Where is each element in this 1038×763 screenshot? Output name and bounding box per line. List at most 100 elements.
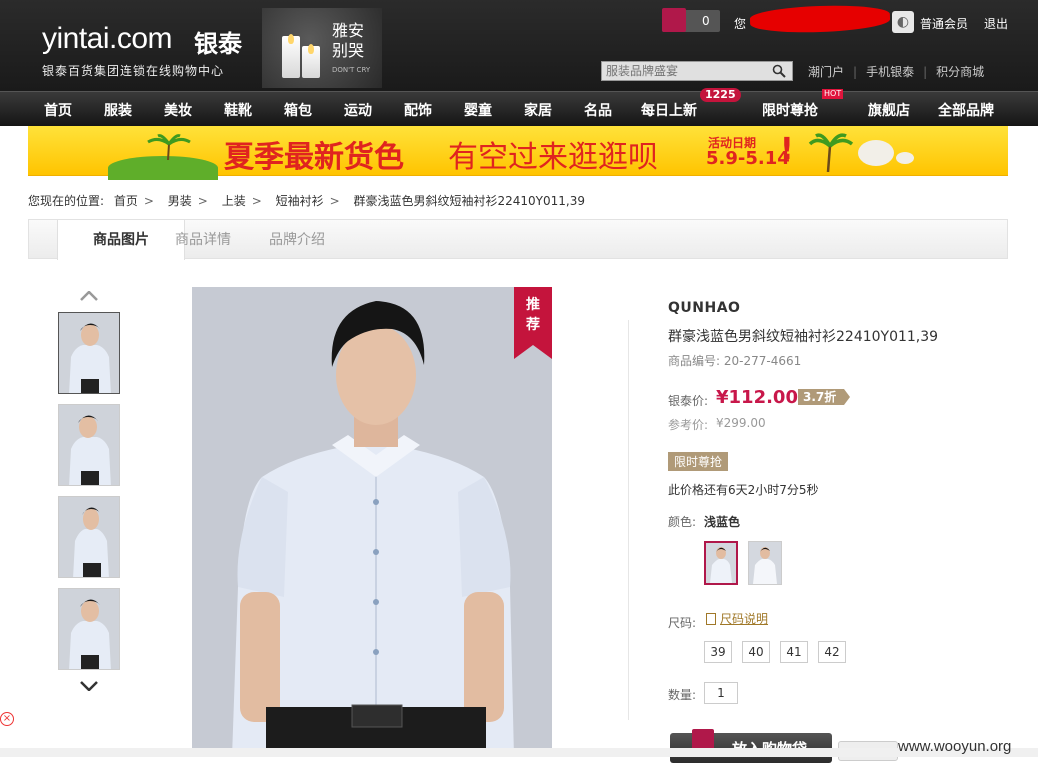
tab-product-images[interactable]: 商品图片 bbox=[57, 220, 185, 260]
nav-item-bags[interactable]: 箱包 bbox=[284, 100, 312, 120]
logo-cn[interactable]: 银泰 bbox=[194, 24, 242, 59]
logo[interactable]: yintai.com bbox=[42, 22, 173, 56]
breadcrumb-home[interactable]: 首页 bbox=[114, 194, 138, 208]
shirt-swatch-image bbox=[706, 543, 736, 583]
nav-item-shoes[interactable]: 鞋靴 bbox=[224, 100, 252, 120]
nav-item-all-brands[interactable]: 全部品牌 bbox=[938, 100, 994, 120]
nav-item-home-living[interactable]: 家居 bbox=[524, 100, 552, 120]
top-link-mobile[interactable]: 手机银泰 bbox=[866, 65, 914, 79]
daily-new-badge: 1225 bbox=[700, 88, 741, 102]
top-links: 潮门户 | 手机银泰 | 积分商城 bbox=[808, 65, 985, 79]
product-brand[interactable]: QUNHAO bbox=[668, 300, 740, 316]
promo-banner[interactable]: 夏季最新货色 有空过来逛逛呗 活动日期 5.9-5.14 ! bbox=[28, 126, 1008, 180]
main-product-image[interactable] bbox=[192, 287, 552, 757]
nav-item-luxury[interactable]: 名品 bbox=[584, 100, 612, 120]
chevron-down-icon[interactable] bbox=[80, 681, 98, 691]
recommend-badge: 推荐 bbox=[514, 287, 552, 359]
top-link-chaomenhu[interactable]: 潮门户 bbox=[808, 65, 844, 79]
cart-count: 0 bbox=[702, 14, 710, 28]
color-label: 颜色: bbox=[668, 515, 697, 529]
hot-badge: HOT bbox=[822, 89, 844, 99]
shell-graphic bbox=[896, 152, 914, 164]
top-link-points-mall[interactable]: 积分商城 bbox=[936, 65, 984, 79]
shell-graphic bbox=[858, 140, 894, 166]
thumbnail-3[interactable] bbox=[58, 496, 120, 578]
search-icon[interactable] bbox=[772, 64, 786, 78]
divider bbox=[628, 320, 629, 720]
color-swatch-2[interactable] bbox=[748, 541, 782, 585]
breadcrumb: 您现在的位置: 首页 > 男装 > 上装 > 短袖衬衫 > 群豪浅蓝色男斜纹短袖衬衫22… bbox=[28, 194, 586, 208]
promo-text-1: 雅安 bbox=[332, 21, 365, 40]
quantity-input[interactable]: 1 bbox=[704, 682, 738, 704]
shirt-model-image bbox=[59, 313, 119, 393]
size-label: 尺码: bbox=[668, 616, 697, 630]
nav-item-baby[interactable]: 婴童 bbox=[464, 100, 492, 120]
banner-subline: 有空过来逛逛呗 bbox=[448, 140, 658, 175]
size-option-41[interactable]: 41 bbox=[780, 641, 808, 663]
shirt-model-image bbox=[59, 589, 119, 669]
quantity-label: 数量: bbox=[668, 688, 697, 702]
breadcrumb-label: 您现在的位置: bbox=[28, 194, 105, 208]
nav-item-home[interactable]: 首页 bbox=[44, 100, 72, 120]
ref-price-label: 参考价: bbox=[668, 418, 709, 432]
banner-exclaim: ! bbox=[780, 132, 794, 167]
color-value: 浅蓝色 bbox=[704, 515, 741, 529]
cart-button[interactable]: 0 bbox=[662, 8, 720, 32]
nav-item-sports[interactable]: 运动 bbox=[344, 100, 372, 120]
logout-link[interactable]: 退出 bbox=[984, 15, 1008, 32]
shirt-model-image bbox=[59, 405, 119, 485]
promo-text-2: 别哭 bbox=[332, 41, 365, 60]
nav-item-flagship[interactable]: 旗舰店 bbox=[868, 100, 910, 120]
thumbnail-4[interactable] bbox=[58, 588, 120, 670]
search-input[interactable] bbox=[602, 62, 762, 80]
promo-candle-banner[interactable]: 雅安 别哭 DON'T CRY bbox=[262, 8, 382, 88]
breadcrumb-short-sleeve[interactable]: 短袖衬衫 bbox=[276, 194, 324, 208]
size-option-42[interactable]: 42 bbox=[818, 641, 846, 663]
promo-small-text: DON'T CRY bbox=[332, 66, 371, 74]
banner-date: 5.9-5.14 bbox=[706, 148, 790, 169]
size-guide-text: 尺码说明 bbox=[720, 612, 769, 626]
product-name: 群豪浅蓝色男斜纹短袖衬衫22410Y011,39 bbox=[668, 329, 939, 345]
shirt-model-photo bbox=[192, 287, 552, 757]
shirt-swatch-image bbox=[749, 542, 781, 584]
search-box bbox=[601, 61, 793, 81]
thumbnail-2[interactable] bbox=[58, 404, 120, 486]
banner-headline: 夏季最新货色 bbox=[224, 140, 404, 175]
flash-sale-tag: 限时尊抢 bbox=[668, 452, 729, 471]
price-label: 银泰价: bbox=[668, 394, 709, 408]
nav-item-accessories[interactable]: 配饰 bbox=[404, 100, 432, 120]
nav-item-beauty[interactable]: 美妆 bbox=[164, 100, 192, 120]
breadcrumb-tops[interactable]: 上装 bbox=[222, 194, 246, 208]
logo-tagline: 银泰百货集团连锁在线购物中心 bbox=[42, 64, 225, 78]
main-nav: 首页 服装 美妆 鞋靴 箱包 运动 配饰 婴童 家居 名品 每日上新 1225 … bbox=[0, 88, 1038, 126]
greeting: 您 bbox=[734, 17, 747, 31]
bottom-scroll-area bbox=[0, 748, 1038, 757]
breadcrumb-current: 群豪浅蓝色男斜纹短袖衬衫22410Y011,39 bbox=[353, 194, 586, 208]
nav-item-apparel[interactable]: 服装 bbox=[104, 100, 132, 120]
top-header: yintai.com 银泰 银泰百货集团连锁在线购物中心 雅安 别哭 DON'T… bbox=[0, 0, 1038, 91]
nav-item-daily-new[interactable]: 每日上新 bbox=[641, 100, 697, 120]
tab-brand-intro[interactable]: 品牌介绍 bbox=[269, 220, 325, 260]
redacted-username bbox=[749, 3, 891, 35]
palm-tree-icon bbox=[808, 133, 854, 172]
size-option-39[interactable]: 39 bbox=[704, 641, 732, 663]
color-swatch-light-blue[interactable] bbox=[704, 541, 738, 585]
nav-item-flash-sale[interactable]: 限时尊抢 bbox=[762, 100, 818, 120]
product-code: 商品编号: 20-277-4661 bbox=[668, 354, 802, 368]
shirt-model-image bbox=[59, 497, 119, 577]
ref-price: ¥299.00 bbox=[716, 416, 766, 430]
thumbnail-1[interactable] bbox=[58, 312, 120, 394]
countdown-text: 此价格还有6天2小时7分5秒 bbox=[668, 483, 819, 497]
breadcrumb-menswear[interactable]: 男装 bbox=[168, 194, 192, 208]
size-option-40[interactable]: 40 bbox=[742, 641, 770, 663]
shopping-bag-icon bbox=[662, 8, 686, 32]
close-icon[interactable]: × bbox=[0, 712, 14, 726]
ruler-icon bbox=[706, 613, 716, 625]
member-level-link[interactable]: 普通会员 bbox=[920, 15, 968, 32]
chevron-up-icon[interactable] bbox=[80, 291, 98, 301]
tab-product-details[interactable]: 商品详情 bbox=[175, 220, 231, 260]
size-guide-link[interactable]: 尺码说明 bbox=[706, 610, 768, 627]
palm-tree-icon bbox=[147, 134, 191, 160]
flame-icon bbox=[288, 34, 294, 44]
product-price: ¥112.00 bbox=[716, 387, 798, 408]
